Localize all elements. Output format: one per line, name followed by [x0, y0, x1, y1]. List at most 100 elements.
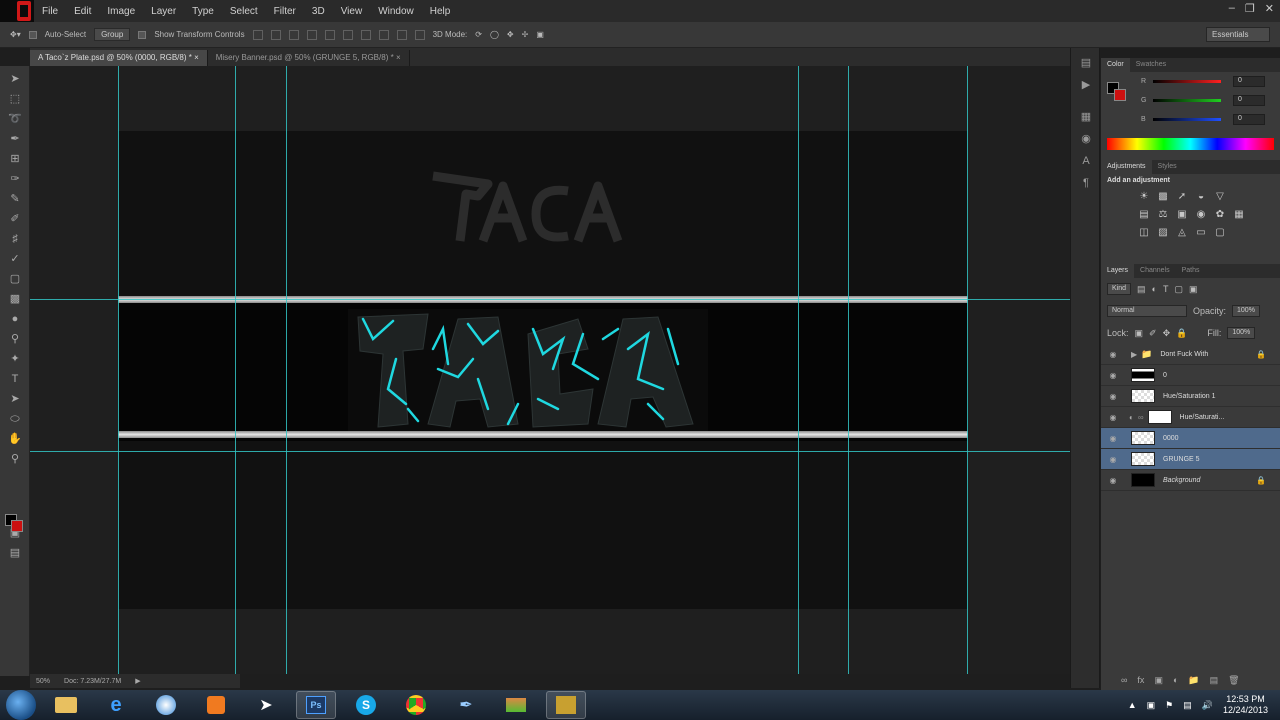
move-tool-icon[interactable]: ➤ [8, 72, 22, 86]
layer-name[interactable]: 0000 [1163, 435, 1179, 442]
visibility-eye-icon[interactable]: ◉ [1105, 413, 1121, 422]
minimize-icon[interactable]: – [1229, 2, 1235, 15]
3d-rotate-icon[interactable]: ⟳ [475, 30, 482, 39]
chrome-icon[interactable] [396, 691, 436, 719]
expand-arrow-icon[interactable]: ▶ [1131, 350, 1137, 359]
3d-roll-icon[interactable]: ◯ [490, 30, 499, 39]
red-slider[interactable]: R 0 [1101, 72, 1280, 91]
3d-pan-icon[interactable]: ✥ [507, 30, 514, 39]
guide-line[interactable] [235, 66, 236, 674]
layer-mask-thumbnail[interactable] [1147, 410, 1172, 424]
align-left-icon[interactable] [306, 29, 317, 40]
link-icon[interactable]: ∞ [1138, 413, 1144, 422]
auto-select-target-select[interactable]: Group [94, 28, 131, 41]
menu-select[interactable]: Select [222, 6, 266, 17]
layer-row[interactable]: ◉ ▶ 📁 Dont Fuck With 🔒 [1101, 344, 1280, 365]
tab-channels[interactable]: Channels [1134, 264, 1176, 278]
crop-tool-icon[interactable]: ⊞ [8, 152, 22, 166]
workspace-select[interactable]: Essentials [1206, 27, 1270, 42]
layer-name[interactable]: 0 [1163, 372, 1167, 379]
align-right-icon[interactable] [342, 29, 353, 40]
add-mask-icon[interactable]: ▣ [1154, 675, 1163, 686]
kind-filter-select[interactable]: Kind [1107, 283, 1132, 295]
path-select-tool-icon[interactable]: ➤ [8, 392, 22, 406]
type-tool-icon[interactable]: T [8, 372, 22, 386]
tray-expand-icon[interactable]: ▲ [1128, 700, 1137, 710]
curves-icon[interactable]: ➚ [1175, 191, 1189, 203]
layer-name[interactable]: GRUNGE 5 [1163, 456, 1200, 463]
network-icon[interactable]: ▤ [1183, 700, 1192, 711]
healing-brush-tool-icon[interactable]: ✎ [8, 192, 22, 206]
levels-icon[interactable]: ▩ [1156, 191, 1170, 203]
brightness-icon[interactable]: ☀ [1137, 191, 1151, 203]
hand-tool-icon[interactable]: ✋ [8, 432, 22, 446]
skype-icon[interactable]: S [346, 691, 386, 719]
marquee-tool-icon[interactable]: ⬚ [8, 92, 22, 106]
volume-icon[interactable]: 🔊 [1202, 700, 1213, 711]
visibility-eye-icon[interactable]: ◉ [1105, 392, 1121, 401]
menu-view[interactable]: View [333, 6, 371, 17]
blue-track[interactable] [1153, 118, 1221, 121]
media-player-icon[interactable] [146, 691, 186, 719]
history-icon[interactable]: ▤ [1079, 56, 1093, 70]
guide-line[interactable] [967, 66, 968, 674]
menu-file[interactable]: File [34, 6, 66, 17]
media-app-icon[interactable] [196, 691, 236, 719]
show-transform-checkbox[interactable] [138, 30, 147, 39]
canvas-area[interactable] [30, 66, 1070, 674]
restore-icon[interactable]: ❐ [1245, 2, 1255, 15]
eyedropper-tool-icon[interactable]: ✑ [8, 172, 22, 186]
zoom-tool-icon[interactable]: ⚲ [8, 452, 22, 466]
layer-row[interactable]: ◉ Hue/Saturation 1 [1101, 386, 1280, 407]
lasso-tool-icon[interactable]: ➰ [8, 112, 22, 126]
lock-pixels-icon[interactable]: ✐ [1149, 328, 1157, 339]
layer-row[interactable]: ◉ Background 🔒 [1101, 470, 1280, 491]
green-slider[interactable]: G 0 [1101, 91, 1280, 110]
layer-name[interactable]: Dont Fuck With [1160, 351, 1208, 358]
brush-presets-icon[interactable]: ▦ [1079, 110, 1093, 124]
guide-line[interactable] [798, 66, 799, 674]
opacity-field[interactable]: 100% [1232, 305, 1260, 317]
color-spectrum-bar[interactable] [1107, 138, 1274, 150]
brush-tool-icon[interactable]: ✐ [8, 212, 22, 226]
fill-field[interactable]: 100% [1227, 327, 1256, 339]
lock-transparent-icon[interactable]: ▣ [1135, 328, 1144, 339]
history-brush-tool-icon[interactable]: ✓ [8, 252, 22, 266]
filter-pixel-icon[interactable]: ▤ [1137, 284, 1146, 295]
shape-tool-icon[interactable]: ⬭ [8, 412, 22, 426]
layer-name[interactable]: Hue/Saturation 1 [1163, 393, 1216, 400]
character-icon[interactable]: A [1079, 154, 1093, 168]
close-icon[interactable]: ✕ [1265, 2, 1274, 15]
tab-misery-banner[interactable]: Misery Banner.psd @ 50% (GRUNGE 5, RGB/8… [207, 50, 410, 66]
filter-shape-icon[interactable]: ▢ [1174, 284, 1183, 295]
layer-row[interactable]: ◉ ◐ ∞ Hue/Saturati... [1101, 407, 1280, 428]
visibility-eye-icon[interactable]: ◉ [1105, 434, 1121, 443]
visibility-eye-icon[interactable]: ◉ [1105, 476, 1121, 485]
layer-row[interactable]: ◉ 0000 [1101, 428, 1280, 449]
blur-tool-icon[interactable]: ● [8, 312, 22, 326]
guide-line[interactable] [30, 299, 1070, 300]
zoom-level[interactable]: 50% [36, 678, 50, 685]
lock-position-icon[interactable]: ✥ [1163, 328, 1171, 339]
vibrance-icon[interactable]: ▽ [1213, 191, 1227, 203]
background-color-chip[interactable] [1114, 89, 1126, 101]
guide-line[interactable] [118, 66, 119, 674]
menu-window[interactable]: Window [370, 6, 422, 17]
gradient-tool-icon[interactable]: ▩ [8, 292, 22, 306]
color-balance-icon[interactable]: ⚖ [1156, 209, 1170, 221]
color-lookup-icon[interactable]: ▦ [1232, 209, 1246, 221]
exposure-icon[interactable]: ◒ [1194, 191, 1208, 203]
layer-row[interactable]: ◉ GRUNGE 5 [1101, 449, 1280, 470]
stack-app-icon[interactable] [496, 691, 536, 719]
arrow-app-icon[interactable]: ➤ [246, 691, 286, 719]
menu-help[interactable]: Help [422, 6, 459, 17]
clock[interactable]: 12:53 PM 12/24/2013 [1223, 694, 1268, 716]
new-layer-icon[interactable]: ▤ [1210, 675, 1219, 686]
3d-scale-icon[interactable]: ▣ [536, 30, 544, 39]
visibility-eye-icon[interactable]: ◉ [1105, 371, 1121, 380]
auto-select-checkbox[interactable] [28, 30, 37, 39]
visibility-eye-icon[interactable]: ◉ [1105, 350, 1121, 359]
threshold-icon[interactable]: ◬ [1175, 227, 1189, 239]
posterize-icon[interactable]: ▨ [1156, 227, 1170, 239]
red-track[interactable] [1153, 80, 1221, 83]
